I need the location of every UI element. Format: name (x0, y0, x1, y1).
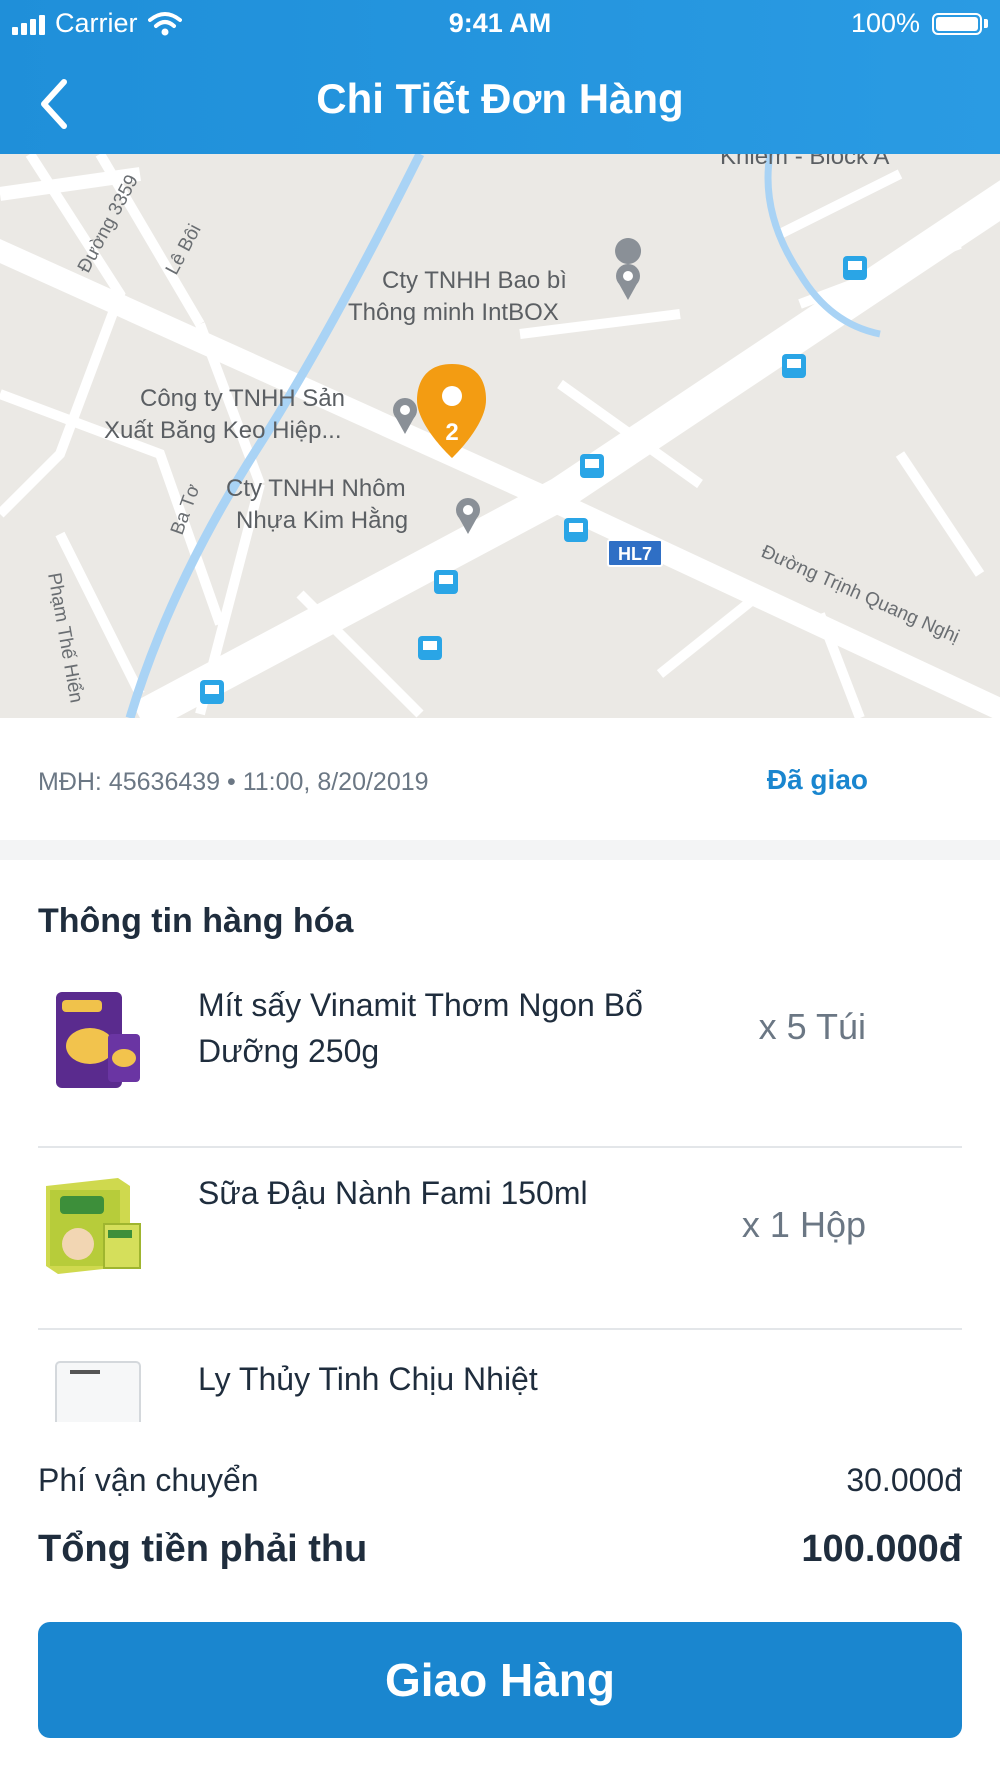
list-item[interactable]: Sữa Đậu Nành Fami 150ml x 1 Hộp (38, 1148, 962, 1348)
map-label: Cty TNHH Nhôm (226, 475, 406, 502)
order-meta: MĐH: 45636439 • 11:00, 8/20/2019 (38, 768, 429, 797)
battery-info: 100% (851, 8, 988, 39)
product-quantity: x 5 Túi (758, 1006, 866, 1047)
order-time: 11:00, 8/20/2019 (242, 768, 429, 796)
goods-section-title: Thông tin hàng hóa (38, 902, 354, 940)
battery-percent: 100% (850, 8, 920, 38)
shipping-fee-value: 30.000đ (846, 1462, 962, 1498)
product-name: Ly Thủy Tinh Chịu Nhiệt (198, 1361, 538, 1397)
map-label: Nhựa Kim Hằng (236, 507, 408, 534)
product-quantity: x 1 Hộp (741, 1204, 866, 1245)
map-view[interactable]: Khiem - Block A Cty TNHH Bao bì Thông mi… (0, 154, 1000, 718)
map-label: Công ty TNHH Sản (140, 385, 345, 412)
shipping-fee-label: Phí vận chuyển (38, 1462, 259, 1498)
svg-text:HL7: HL7 (618, 544, 652, 564)
deliver-button[interactable]: Giao Hàng (38, 1622, 962, 1738)
total-value: 100.000đ (801, 1528, 962, 1570)
battery-icon (932, 12, 982, 35)
separator-dot: • (227, 768, 243, 796)
section-divider (0, 840, 1000, 860)
bus-stop-icon (418, 636, 442, 660)
total-label: Tổng tiền phải thu (38, 1528, 368, 1570)
bus-stop-icon (564, 518, 588, 542)
bus-stop-icon (843, 256, 867, 280)
map-label: Xuất Băng Keo Hiệp... (104, 417, 342, 444)
header-bar: Carrier 9:41 AM 100% Chi Tiết Đơn Hàng (0, 0, 1000, 154)
bus-stop-icon (580, 454, 604, 478)
status-bar: Carrier 9:41 AM 100% (0, 0, 1000, 48)
bus-stop-icon (782, 354, 806, 378)
list-item[interactable]: Mít sấy Vinamit Thơm Ngon Bổ Dưỡng 250g … (38, 960, 962, 1160)
product-thumbnail (46, 1178, 141, 1274)
map-label: Khiem - Block A (720, 154, 889, 170)
marker-number: 2 (445, 419, 458, 446)
bus-stop-icon (200, 680, 224, 704)
bus-stop-icon (434, 570, 458, 594)
product-thumbnail (55, 1361, 141, 1422)
product-thumbnail (56, 992, 140, 1088)
order-status: Đã giao (766, 764, 868, 795)
product-name: Mít sấy Vinamit Thơm Ngon Bổ Dưỡng 250g (198, 987, 643, 1069)
product-name: Sữa Đậu Nành Fami 150ml (198, 1175, 588, 1211)
product-list[interactable]: Mít sấy Vinamit Thơm Ngon Bổ Dưỡng 250g … (0, 960, 1000, 1422)
map-label: Thông minh IntBOX (348, 299, 559, 326)
list-item[interactable]: Ly Thủy Tinh Chịu Nhiệt (38, 1330, 962, 1422)
map-label: Cty TNHH Bao bì (382, 267, 567, 294)
order-code: MĐH: 45636439 (38, 768, 221, 796)
page-title: Chi Tiết Đơn Hàng (316, 75, 684, 122)
map-canvas: Khiem - Block A Cty TNHH Bao bì Thông mi… (0, 154, 1000, 718)
road-badge: HL7 (607, 539, 663, 567)
